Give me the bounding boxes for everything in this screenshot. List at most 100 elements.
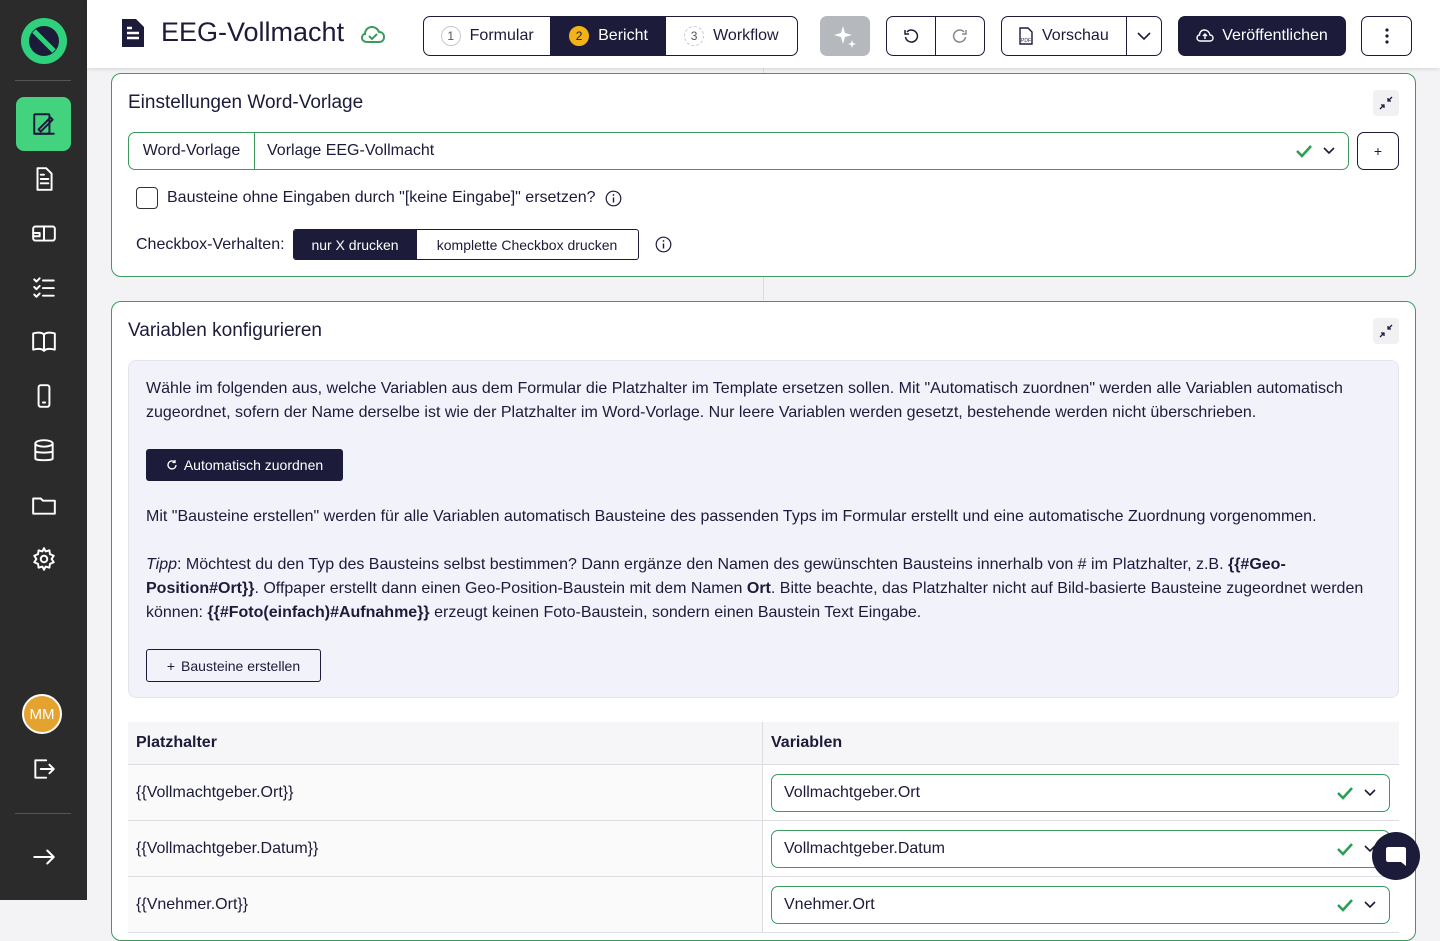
table-row: {{Vollmachtgeber.Datum}} Vollmachtgeber.…	[128, 821, 1399, 877]
sidebar-item-database[interactable]	[16, 424, 71, 478]
chevron-down-icon	[1137, 32, 1151, 41]
auto-assign-label: Automatisch zuordnen	[183, 457, 324, 473]
create-blocks-text: Mit "Bausteine erstellen" werden für all…	[146, 508, 1317, 525]
preview-button[interactable]: PDF Vorschau	[1002, 17, 1127, 55]
top-bar: EEG-Vollmacht 1 Formular 2 Bericht 3 Workfl…	[87, 0, 1440, 68]
book-icon	[31, 331, 56, 352]
sidebar-item-mobile[interactable]	[16, 369, 71, 423]
info-icon[interactable]	[655, 236, 672, 253]
add-template-button[interactable]: +	[1357, 132, 1399, 170]
logout-icon	[33, 759, 55, 779]
checkbox-behavior-toggle: nur X drucken komplette Checkbox drucken	[292, 229, 639, 260]
tip-part: : Möchtest du den Typ des Bausteins selb…	[176, 556, 1228, 573]
step-number: 2	[569, 26, 590, 46]
step-label: Formular	[469, 27, 534, 44]
cloud-saved-icon	[361, 26, 385, 43]
chat-support-button[interactable]	[1372, 832, 1420, 880]
step-label: Bericht	[598, 27, 648, 44]
publish-label: Veröffentlichen	[1222, 27, 1328, 44]
chevron-down-icon	[1323, 147, 1335, 155]
pdf-file-icon: PDF	[1019, 27, 1033, 45]
kebab-menu-icon	[1384, 28, 1389, 44]
table-row: {{Vollmachtgeber.Ort}} Vollmachtgeber.Or…	[128, 765, 1399, 821]
info-icon[interactable]	[605, 190, 622, 207]
sidebar-item-files[interactable]	[16, 478, 71, 532]
tip-label: Tipp	[146, 556, 177, 573]
tab-bericht[interactable]: 2 Bericht	[551, 17, 666, 55]
checkmark-icon	[1337, 786, 1353, 800]
user-avatar[interactable]: MM	[22, 694, 62, 734]
preview-dropdown: PDF Vorschau	[1001, 16, 1162, 56]
sidebar-item-settings[interactable]	[16, 532, 71, 586]
configure-variables-panel: Variablen konfigurieren Wähle im folgend…	[111, 301, 1416, 941]
variable-select-value: Vollmachtgeber.Ort	[784, 783, 921, 801]
word-template-label: Word-Vorlage	[129, 133, 255, 169]
sidebar-item-logout[interactable]	[16, 742, 71, 796]
panel-title: Variablen konfigurieren	[128, 320, 322, 341]
smartphone-icon	[37, 384, 50, 408]
sidebar-item-tasks[interactable]	[16, 260, 71, 314]
sidebar: MM	[0, 0, 87, 900]
sidebar-divider	[15, 813, 71, 814]
step-navigation: 1 Formular 2 Bericht 3 Workflow	[423, 16, 798, 56]
variable-select[interactable]: Vollmachtgeber.Ort	[771, 773, 1390, 812]
undo-button[interactable]	[887, 17, 936, 55]
intro-text: Wähle im folgenden aus, welche Variablen…	[146, 380, 1343, 421]
sidebar-divider	[15, 80, 71, 81]
sidebar-expand-button[interactable]	[16, 830, 71, 884]
replace-empty-option: Bausteine ohne Eingaben durch "[keine Ei…	[136, 187, 622, 209]
app-logo[interactable]	[21, 18, 67, 64]
sidebar-item-docs[interactable]	[16, 314, 71, 368]
folder-icon	[31, 497, 56, 515]
undo-redo-group	[886, 16, 985, 56]
placeholder-cell: {{Vollmachtgeber.Ort}}	[128, 765, 763, 820]
variable-cell: Vollmachtgeber.Datum	[763, 821, 1399, 876]
collapse-panel-button[interactable]	[1373, 90, 1399, 116]
replace-empty-label: Bausteine ohne Eingaben durch "[keine Ei…	[167, 189, 596, 206]
placeholder-cell: {{Vnehmer.Ort}}	[128, 877, 763, 932]
column-header-variables: Variablen	[763, 722, 1399, 764]
panel-title: Einstellungen Word-Vorlage	[128, 92, 364, 113]
replace-empty-checkbox[interactable]	[136, 187, 158, 209]
undo-icon	[904, 29, 919, 43]
word-template-select[interactable]: Word-Vorlage Vorlage EEG-Vollmacht	[128, 132, 1349, 170]
placeholder-cell: {{Vollmachtgeber.Datum}}	[128, 821, 763, 876]
redo-button[interactable]	[936, 17, 984, 55]
step-number: 3	[684, 26, 705, 46]
variable-select-value: Vollmachtgeber.Datum	[784, 839, 945, 857]
table-header: Platzhalter Variablen	[128, 722, 1399, 765]
collapse-icon	[1379, 324, 1393, 338]
more-options-button[interactable]	[1361, 16, 1412, 56]
sidebar-item-reports[interactable]	[16, 152, 71, 206]
create-blocks-button[interactable]: + Bausteine erstellen	[146, 649, 321, 682]
variable-select[interactable]: Vnehmer.Ort	[771, 885, 1390, 924]
checkbox-behavior-row: Checkbox-Verhalten: nur X drucken komple…	[136, 229, 672, 260]
option-print-full-checkbox[interactable]: komplette Checkbox drucken	[417, 230, 638, 259]
plus-icon: +	[166, 657, 176, 674]
tab-formular[interactable]: 1 Formular	[424, 17, 552, 55]
tip-part: . Offpaper erstellt dann einen Geo-Posit…	[254, 580, 747, 597]
tip-part: erzeugt keinen Foto-Baustein, sondern ei…	[429, 604, 922, 621]
checklist-icon	[32, 277, 55, 298]
variable-select-value: Vnehmer.Ort	[784, 895, 875, 913]
checkmark-icon	[1337, 842, 1353, 856]
sidebar-item-editor[interactable]	[16, 97, 71, 151]
variable-select[interactable]: Vollmachtgeber.Datum	[771, 829, 1390, 868]
checkbox-behavior-label: Checkbox-Verhalten:	[136, 235, 285, 253]
cloud-upload-icon	[1196, 29, 1214, 42]
preview-options-toggle[interactable]	[1127, 17, 1161, 55]
preview-label: Vorschau	[1042, 27, 1109, 44]
auto-assign-button[interactable]: Automatisch zuordnen	[146, 449, 343, 481]
table-row: {{Vnehmer.Ort}} Vnehmer.Ort	[128, 877, 1399, 933]
option-print-x[interactable]: nur X drucken	[293, 230, 417, 259]
chevron-down-icon	[1364, 900, 1376, 908]
tab-workflow[interactable]: 3 Workflow	[666, 17, 797, 55]
ai-assistant-button[interactable]	[820, 16, 870, 56]
document-icon	[122, 19, 144, 47]
document-icon	[36, 167, 53, 191]
publish-button[interactable]: Veröffentlichen	[1178, 16, 1346, 56]
collapse-panel-button[interactable]	[1373, 318, 1399, 344]
sidebar-item-inbox[interactable]	[16, 206, 71, 260]
checkmark-icon	[1296, 145, 1312, 158]
step-label: Workflow	[713, 27, 779, 44]
